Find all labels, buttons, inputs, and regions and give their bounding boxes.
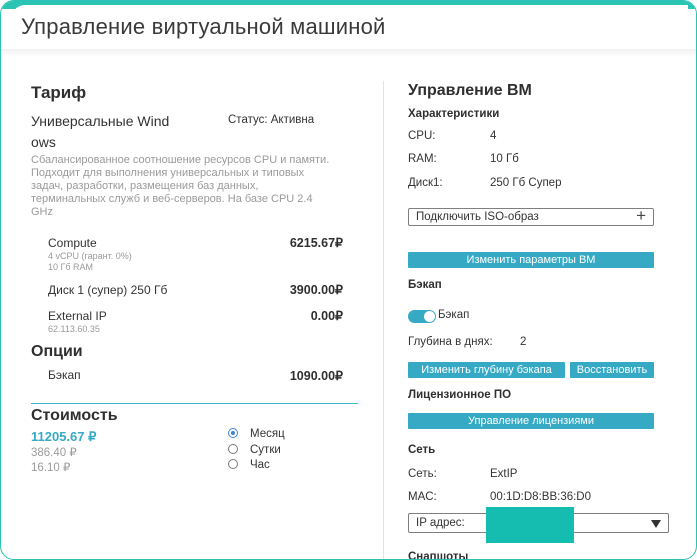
tariff-name-line1: Универсальные Wind xyxy=(31,113,170,129)
tariff-description-line: Сбалансированное соотношение ресурсов CP… xyxy=(31,154,330,166)
vm-control-panel: Управление ВМ Характеристики CPU: 4 RAM:… xyxy=(384,57,696,560)
external-ip-label: External IP xyxy=(48,309,107,323)
backup-toggle-label: Бэкап xyxy=(438,309,470,321)
dropdown-arrow-icon xyxy=(651,520,661,528)
plus-icon: + xyxy=(636,206,646,225)
period-day-label: Сутки xyxy=(250,444,281,456)
external-ip-address: 62.113.60.35 xyxy=(48,324,100,334)
compute-price: 6215.67₽ xyxy=(289,236,343,250)
redaction-block xyxy=(486,507,574,543)
backup-toggle[interactable] xyxy=(408,310,436,323)
tariff-name-line2: ows xyxy=(31,134,56,150)
cost-day-value: 386.40 ₽ xyxy=(31,447,77,459)
snapshots-heading: Снапшоты xyxy=(408,551,469,560)
period-day-radio[interactable] xyxy=(228,444,238,454)
options-heading: Опции xyxy=(31,343,83,360)
spec-cpu-label: CPU: xyxy=(408,130,436,142)
external-ip-price: 0.00₽ xyxy=(310,309,343,323)
manage-licenses-button[interactable]: Управление лицензиями xyxy=(408,413,654,429)
tariff-panel: Тариф Универсальные Wind ows Статус: Акт… xyxy=(1,57,383,559)
change-vm-params-button[interactable]: Изменить параметры ВМ xyxy=(408,252,654,268)
restore-button[interactable]: Восстановить xyxy=(570,362,654,378)
period-month-radio[interactable] xyxy=(228,428,238,438)
period-month-label: Месяц xyxy=(250,428,285,440)
mac-value: 00:1D:D8:BB:36:D0 xyxy=(490,491,592,503)
ip-address-label: IP адрес: xyxy=(416,517,465,529)
compute-detail-ram: 10 Гб RAM xyxy=(48,262,94,272)
specs-heading: Характеристики xyxy=(408,108,500,120)
attach-iso-button[interactable]: Подключить ISO-образ + xyxy=(408,206,654,226)
period-hour-radio[interactable] xyxy=(228,459,238,469)
network-value: ExtIP xyxy=(490,468,518,480)
tariff-heading: Тариф xyxy=(31,83,87,102)
spec-ram-label: RAM: xyxy=(408,153,437,165)
change-backup-depth-button[interactable]: Изменить глубину бэкапа xyxy=(408,362,565,378)
license-heading: Лицензионное ПО xyxy=(408,389,512,401)
spec-disk-value: 250 Гб Супер xyxy=(490,177,562,189)
disk-price: 3900.00₽ xyxy=(289,283,343,297)
backup-heading: Бэкап xyxy=(408,279,442,291)
tariff-description-line: Подходит для выполнения универсальных и … xyxy=(31,167,305,179)
compute-detail-cpu: 4 vCPU (гарант. 0%) xyxy=(48,251,132,261)
spec-cpu-value: 4 xyxy=(490,130,497,142)
backup-option-price: 1090.00₽ xyxy=(289,369,343,383)
mac-label: MAC: xyxy=(408,491,437,503)
disk-label: Диск 1 (супер) 250 Гб xyxy=(48,283,168,297)
backup-depth-label: Глубина в днях: xyxy=(408,336,493,348)
backup-depth-value: 2 xyxy=(520,336,527,348)
cost-divider xyxy=(31,403,358,404)
header: Управление виртуальной машиной xyxy=(11,5,688,49)
network-label: Сеть: xyxy=(408,468,437,480)
spec-ram-value: 10 Гб xyxy=(490,153,519,165)
cost-month-value: 11205.67 ₽ xyxy=(31,429,97,444)
vm-heading: Управление ВМ xyxy=(408,82,532,99)
spec-disk-label: Диск1: xyxy=(408,177,443,189)
header-divider xyxy=(1,49,696,57)
tariff-description-line: GHz xyxy=(31,206,53,218)
network-heading: Сеть xyxy=(408,444,436,456)
attach-iso-label: Подключить ISO-образ xyxy=(416,211,539,223)
vm-management-window: Управление виртуальной машиной Тариф Уни… xyxy=(0,0,697,560)
period-hour-label: Час xyxy=(250,459,270,471)
tariff-description-line: задач, разработки, размещения баз данных… xyxy=(31,180,259,192)
cost-heading: Стоимость xyxy=(31,407,118,424)
tariff-status: Статус: Активна xyxy=(228,114,315,126)
compute-label: Compute xyxy=(48,236,97,250)
backup-option-label: Бэкап xyxy=(48,368,81,382)
cost-hour-value: 16.10 ₽ xyxy=(31,462,71,474)
page-title: Управление виртуальной машиной xyxy=(21,14,386,39)
tariff-description-line: терминальных служб и веб-серверов. На ба… xyxy=(31,193,313,205)
